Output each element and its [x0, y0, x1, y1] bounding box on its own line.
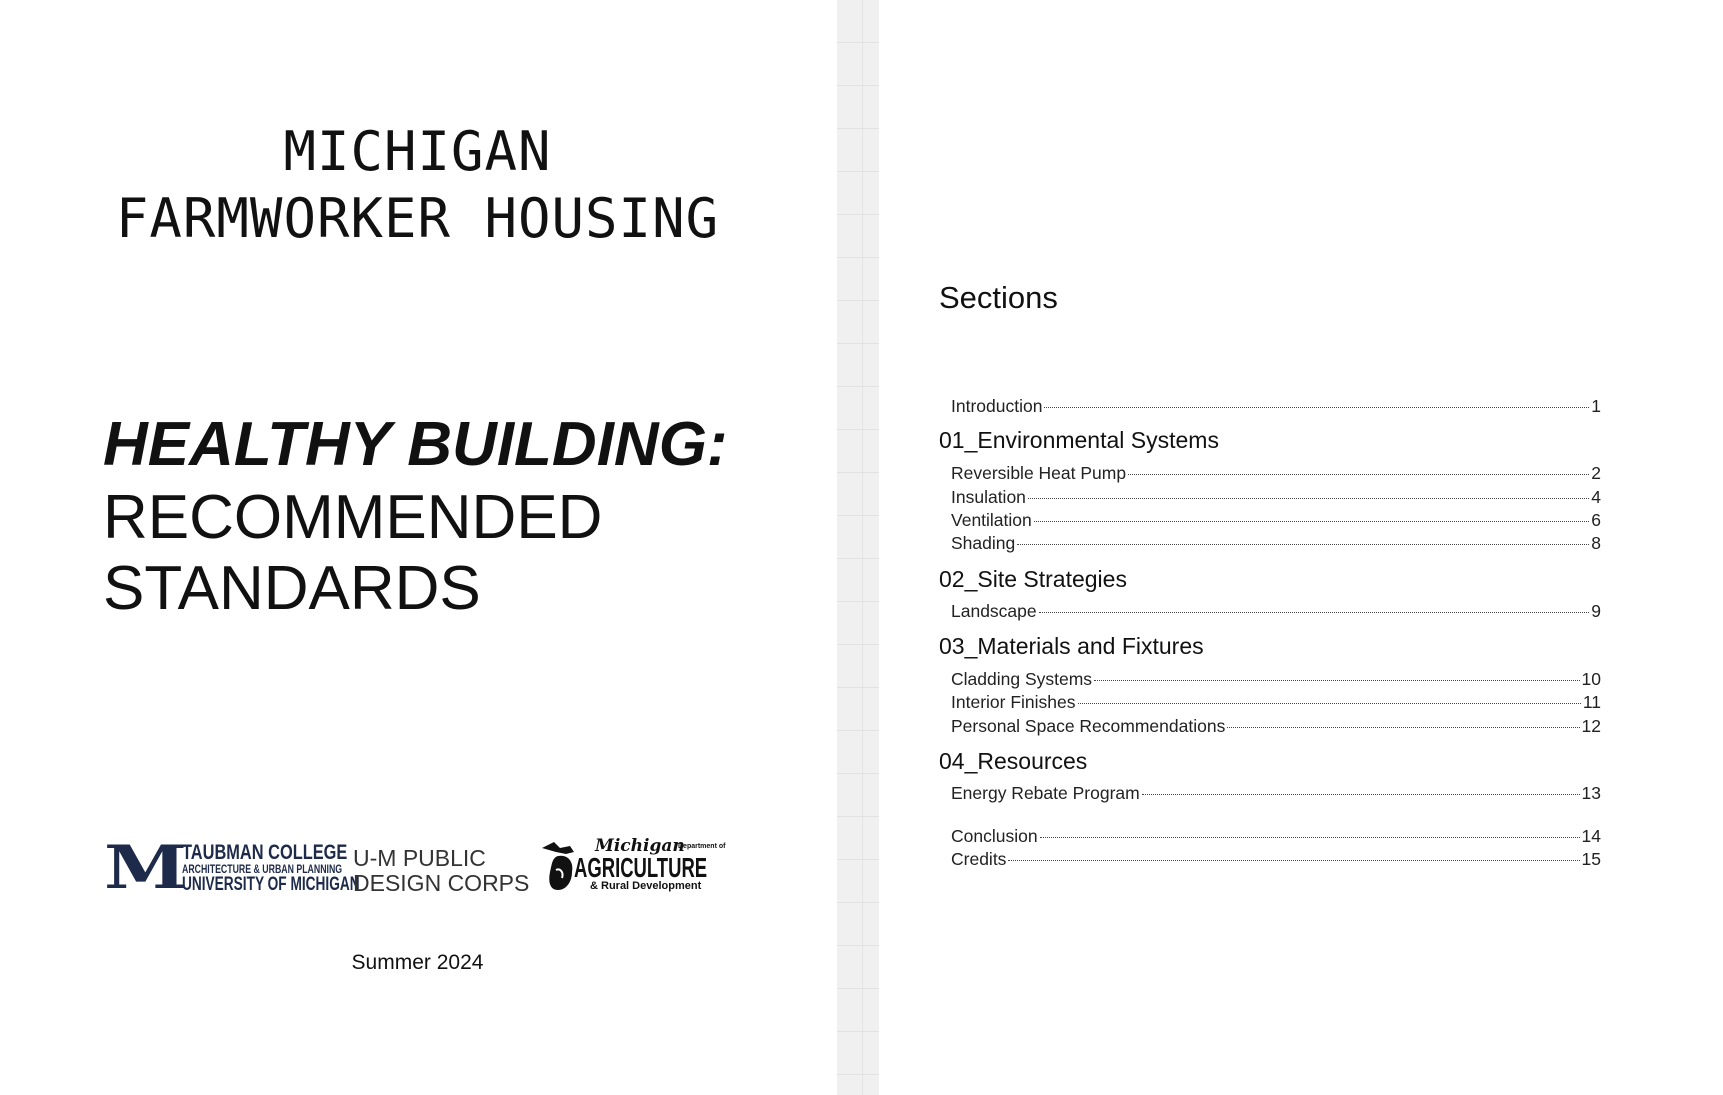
public-design-corps-logo: U-M PUBLIC DESIGN CORPS — [353, 846, 529, 896]
mdard-main: AGRICULTURE — [574, 852, 708, 883]
toc-entry[interactable]: Energy Rebate Program 13 — [951, 783, 1601, 805]
page-spine-divider — [837, 0, 879, 1095]
cover-subtitle-line3: STANDARDS — [103, 554, 481, 623]
toc-entry-label: Insulation — [951, 487, 1026, 507]
toc-entry[interactable]: Reversible Heat Pump 2 — [951, 463, 1601, 485]
toc-entry-page: 1 — [1591, 396, 1601, 416]
table-of-contents: Introduction 1 01_Environmental Systems R… — [939, 0, 1601, 1095]
toc-entry[interactable]: Insulation 4 — [951, 487, 1601, 509]
toc-entry-page: 4 — [1591, 487, 1601, 507]
dot-leader — [1038, 612, 1590, 613]
cover-subtitle-bold: HEALTHY BUILDING: — [103, 410, 728, 479]
toc-entry-page: 6 — [1591, 510, 1601, 530]
toc-entry[interactable]: Ventilation 6 — [951, 510, 1601, 532]
toc-entry-label: Personal Space Recommendations — [951, 716, 1226, 736]
mdard-dept: Department of — [678, 843, 726, 850]
mdard-sub: & Rural Development — [590, 880, 702, 892]
toc-entry-label: Shading — [951, 533, 1016, 553]
toc-entry-page: 12 — [1581, 716, 1601, 736]
toc-heading-site-strategies[interactable]: 02_Site Strategies — [939, 566, 1127, 593]
toc-entry[interactable]: Landscape 9 — [951, 601, 1601, 623]
toc-heading-materials-and-fixtures[interactable]: 03_Materials and Fixtures — [939, 633, 1204, 660]
cover-title-line1: MICHIGAN — [283, 120, 552, 183]
dot-leader — [1039, 837, 1580, 838]
toc-entry-label: Introduction — [951, 396, 1043, 416]
cover-title-line2: FARMWORKER HOUSING — [115, 187, 720, 250]
dot-leader — [1027, 498, 1590, 499]
toc-entry-page: 13 — [1581, 783, 1601, 803]
toc-entry-page: 15 — [1581, 849, 1601, 869]
toc-entry-page: 11 — [1582, 692, 1601, 712]
toc-heading-resources[interactable]: 04_Resources — [939, 748, 1087, 775]
toc-heading-environmental-systems[interactable]: 01_Environmental Systems — [939, 427, 1219, 454]
toc-entry-label: Landscape — [951, 601, 1037, 621]
toc-entry-label: Interior Finishes — [951, 692, 1076, 712]
toc-entry-credits[interactable]: Credits 15 — [951, 849, 1601, 871]
toc-entry-label: Conclusion — [951, 826, 1038, 846]
dot-leader — [1227, 727, 1580, 728]
toc-entry-label: Ventilation — [951, 510, 1032, 530]
toc-entry-conclusion[interactable]: Conclusion 14 — [951, 826, 1601, 848]
toc-entry-introduction[interactable]: Introduction 1 — [951, 396, 1601, 418]
pdc-line2: DESIGN CORPS — [353, 870, 530, 896]
dot-leader — [1017, 544, 1590, 545]
mdard-logo: Michigan Department of AGRICULTURE & Rur… — [540, 836, 735, 896]
toc-entry[interactable]: Personal Space Recommendations 12 — [951, 716, 1601, 738]
toc-entry-page: 9 — [1591, 601, 1601, 621]
toc-entry[interactable]: Shading 8 — [951, 533, 1601, 555]
toc-entry-page: 14 — [1581, 826, 1601, 846]
dot-leader — [1141, 794, 1580, 795]
taubman-line3: UNIVERSITY OF MICHIGAN — [182, 874, 360, 895]
toc-entry-label: Credits — [951, 849, 1007, 869]
dot-leader — [1128, 474, 1590, 475]
taubman-line1: TAUBMAN COLLEGE — [182, 841, 348, 864]
block-m-icon: M — [104, 833, 188, 903]
dot-leader — [1008, 860, 1580, 861]
toc-entry-page: 10 — [1581, 669, 1601, 689]
toc-entry-label: Reversible Heat Pump — [951, 463, 1127, 483]
publication-date: Summer 2024 — [351, 951, 484, 974]
pdc-line1: U-M PUBLIC — [353, 845, 486, 871]
dot-leader — [1094, 680, 1580, 681]
dot-leader — [1033, 521, 1590, 522]
toc-entry-label: Energy Rebate Program — [951, 783, 1140, 803]
toc-entry-label: Cladding Systems — [951, 669, 1093, 689]
toc-entry[interactable]: Cladding Systems 10 — [951, 669, 1601, 691]
dot-leader — [1077, 703, 1581, 704]
cover-subtitle-line2: RECOMMENDED — [103, 483, 603, 552]
toc-entry[interactable]: Interior Finishes 11 — [951, 692, 1601, 714]
dot-leader — [1044, 407, 1590, 408]
toc-entry-page: 8 — [1591, 533, 1601, 553]
toc-entry-page: 2 — [1591, 463, 1601, 483]
